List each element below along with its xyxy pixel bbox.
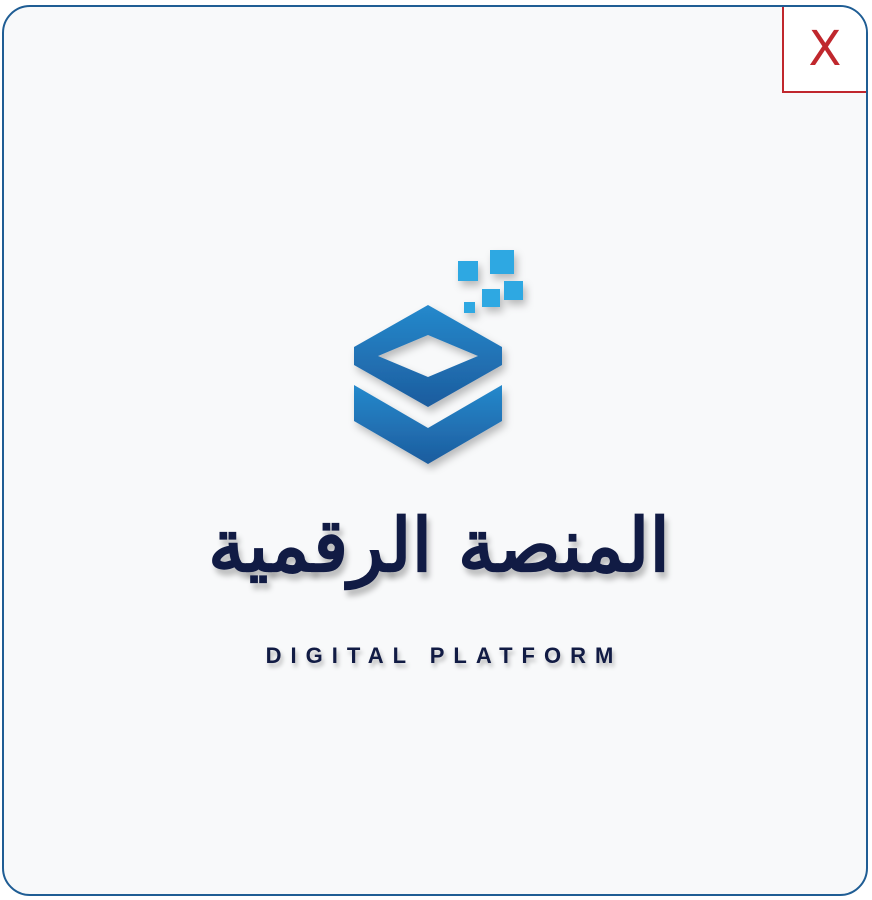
- pixel-square: [504, 281, 523, 300]
- pixel-square: [458, 261, 478, 281]
- logo-name-english: DIGITAL PLATFORM: [265, 643, 623, 668]
- pixel-square: [464, 302, 475, 313]
- platform-cube-icon: [354, 250, 523, 464]
- logo-dialog: المنصة الرقمية DIGITAL PLATFORM X: [2, 5, 868, 896]
- close-button[interactable]: X: [782, 7, 866, 93]
- digital-platform-logo: المنصة الرقمية DIGITAL PLATFORM: [4, 7, 866, 894]
- logo-name-arabic: المنصة الرقمية: [208, 503, 670, 589]
- pixel-square: [482, 289, 500, 307]
- cube-top-ring: [354, 305, 502, 407]
- pixel-square: [490, 250, 514, 274]
